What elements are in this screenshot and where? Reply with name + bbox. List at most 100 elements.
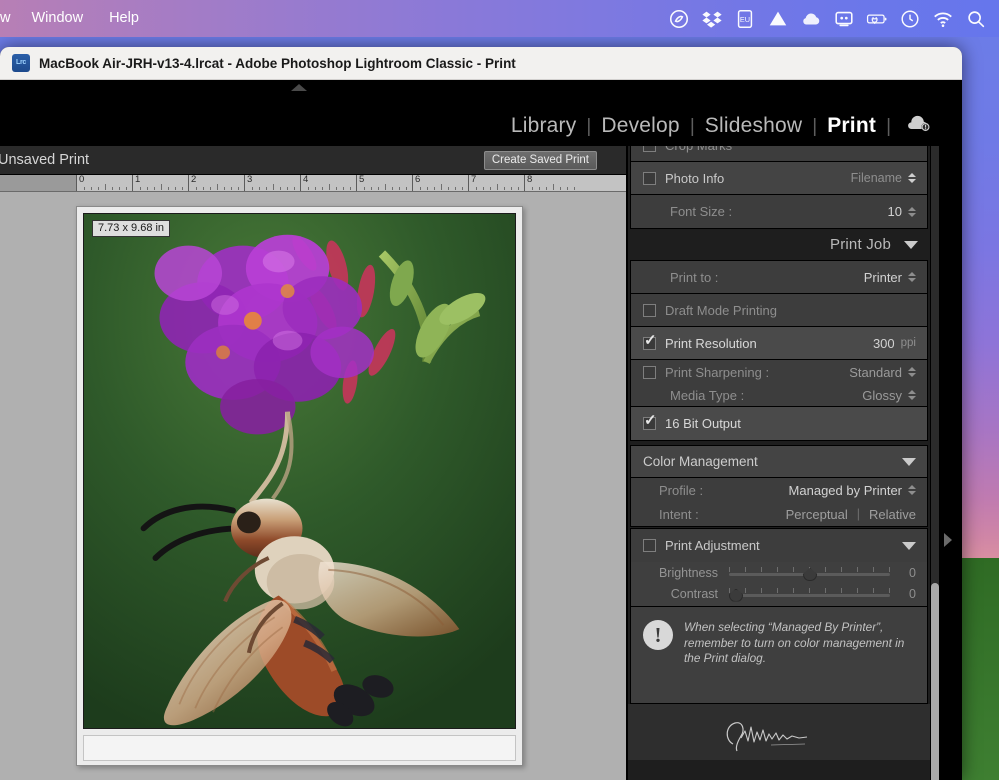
ruler-tick [476,187,477,190]
battery-plug-icon[interactable] [866,8,888,30]
brightness-track[interactable] [729,566,890,581]
panel-scrollbar[interactable] [931,146,939,780]
ruler-tick [182,187,183,190]
chevron-down-icon[interactable] [904,240,918,249]
photo-info-value: Filename [850,171,902,185]
row-font-size[interactable]: Font Size : 10 [631,195,927,228]
slider-brightness[interactable]: Brightness 0 [631,562,927,584]
ruler-tick [392,187,393,190]
color-management-header[interactable]: Color Management [630,445,928,478]
profile-value-group[interactable]: Managed by Printer [789,483,916,498]
photo-info-label: Photo Info [665,170,725,186]
photo-info-checkbox[interactable] [643,171,656,185]
ruler-tick [175,187,176,190]
unsaved-print-label: Unsaved Print [0,152,90,168]
menu-bar-items: w Window Help [0,0,152,37]
panel-scrollbar-thumb[interactable] [931,583,939,780]
ruler-segment: 6 [412,175,468,191]
row-photo-info[interactable]: Photo Info Filename [631,162,927,195]
print-resolution-value-group[interactable]: 300 ppi [873,336,916,351]
intent-options[interactable]: Perceptual | Relative [786,507,916,522]
module-develop[interactable]: Develop [592,114,688,138]
print-preview-area[interactable]: 7.73 x 9.68 in [0,192,626,780]
row-print-to[interactable]: Print to : Printer [631,261,927,294]
print-to-value: Printer [863,269,902,285]
module-separator: | [812,116,818,137]
notion-icon[interactable] [668,8,690,30]
lightroom-classic-icon: Lrc [12,54,30,72]
photo-cell[interactable]: 7.73 x 9.68 in [83,213,516,729]
ruler-tick [364,187,365,190]
print-adjustment-checkbox[interactable] [643,539,656,552]
media-type-stepper[interactable] [908,389,916,401]
chevron-down-icon[interactable] [902,541,916,550]
right-panel-toggle-arrow[interactable] [944,533,952,547]
print-resolution-checkbox[interactable] [643,333,657,350]
menu-item-view-truncated[interactable]: w [0,0,18,37]
module-slideshow[interactable]: Slideshow [696,114,812,138]
ruler-tick [546,187,547,190]
triangle-icon[interactable] [767,8,789,30]
slider-contrast[interactable]: Contrast 0 [631,584,927,606]
cloud-icon[interactable] [800,8,822,30]
row-16-bit-output[interactable]: 16 Bit Output [631,407,927,440]
draft-mode-checkbox[interactable] [643,303,656,317]
font-size-stepper[interactable] [908,206,916,218]
row-print-adjustment[interactable]: Print Adjustment [631,529,927,562]
font-size-value-group[interactable]: 10 [888,204,916,219]
ruler-segment: 5 [356,175,412,191]
crop-marks-checkbox[interactable] [643,146,656,152]
svg-text:EU: EU [740,14,750,23]
print-to-value-group[interactable]: Printer [864,270,916,285]
row-media-type[interactable]: Media Type : Glossy [631,384,927,407]
module-library[interactable]: Library [502,114,586,138]
row-print-sharpening[interactable]: Print Sharpening : Standard [631,360,927,384]
ruler-tick [252,187,253,190]
module-print[interactable]: Print [818,114,885,138]
row-profile[interactable]: Profile : Managed by Printer [631,478,927,502]
bit-output-checkbox[interactable] [643,413,657,430]
intent-relative[interactable]: Relative [869,507,916,522]
row-print-resolution[interactable]: Print Resolution 300 ppi [631,327,927,360]
photo-info-value-group[interactable]: Filename [851,171,916,185]
print-to-stepper[interactable] [908,271,916,283]
ruler-tick [259,187,260,190]
search-icon[interactable] [965,8,987,30]
print-sharpening-stepper[interactable] [908,366,916,378]
media-type-value-group[interactable]: Glossy [862,388,916,403]
row-draft-mode[interactable]: Draft Mode Printing [631,294,927,327]
display-icon[interactable] [833,8,855,30]
create-saved-print-button[interactable]: Create Saved Print [483,151,597,170]
module-picker: Library | Develop | Slideshow | Print | [0,80,962,146]
print-sharpening-checkbox[interactable] [643,365,656,379]
row-crop-marks[interactable]: Crop Marks [631,146,927,162]
eu-badge-icon[interactable]: EU [734,8,756,30]
warning-text: When selecting “Managed By Printer”, rem… [684,620,905,666]
chevron-down-icon[interactable] [902,457,916,466]
ruler-tick [483,187,484,190]
wifi-icon[interactable] [932,8,954,30]
time-machine-icon[interactable] [899,8,921,30]
menu-item-window[interactable]: Window [18,0,96,37]
menu-item-help[interactable]: Help [96,0,152,37]
work-area: Unsaved Print Create Saved Print 0 1 2 3 4 5 6… [0,146,962,780]
row-intent[interactable]: Intent : Perceptual | Relative [631,502,927,526]
ruler-tick [161,184,162,190]
photo-info-stepper[interactable] [908,172,916,184]
print-page[interactable]: 7.73 x 9.68 in [76,206,523,766]
profile-stepper[interactable] [908,484,916,496]
print-job-section-header[interactable]: Print Job [628,229,930,260]
module-separator: | [689,116,695,137]
ruler-tick [126,187,127,190]
color-management-title: Color Management [643,454,758,469]
print-sharpening-value-group[interactable]: Standard [849,365,916,380]
cloud-sync-icon[interactable] [906,113,932,138]
ruler-tick [378,187,379,190]
contrast-track[interactable] [729,587,890,602]
draft-mode-label: Draft Mode Printing [665,302,777,318]
ruler-tick [518,187,519,190]
identity-plate-signature[interactable] [628,714,930,754]
top-panel-collapse-arrow[interactable] [291,84,307,91]
intent-perceptual[interactable]: Perceptual [786,507,848,522]
dropbox-icon[interactable] [701,8,723,30]
